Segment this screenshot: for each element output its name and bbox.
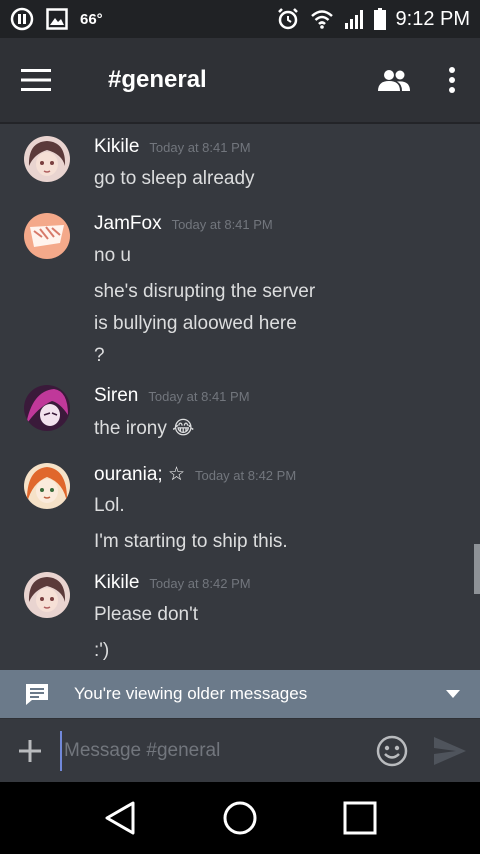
message-text: the irony 😂 <box>94 418 195 439</box>
back-button[interactable] <box>90 788 150 848</box>
message-text: ? <box>94 345 105 366</box>
avatar[interactable] <box>24 572 70 618</box>
timestamp: Today at 8:41 PM <box>148 389 250 404</box>
scrollbar-thumb[interactable] <box>474 544 480 594</box>
channel-header: #general <box>0 38 480 124</box>
menu-button[interactable] <box>0 37 72 123</box>
back-icon <box>105 801 135 835</box>
message-composer <box>0 718 480 782</box>
username[interactable]: Kikile <box>94 136 139 158</box>
avatar[interactable] <box>24 385 70 431</box>
username[interactable]: ourania; ☆ <box>94 463 185 486</box>
timestamp: Today at 8:41 PM <box>171 217 273 232</box>
message-text: go to sleep already <box>94 168 255 189</box>
battery-icon <box>373 8 386 30</box>
message-list[interactable]: Kikile Today at 8:41 PM go to sleep alre… <box>0 124 480 670</box>
more-options-button[interactable] <box>424 37 480 123</box>
older-messages-text: You're viewing older messages <box>74 684 308 703</box>
more-vert-icon <box>449 67 455 93</box>
message-text: is bullying aloowed here <box>94 313 297 334</box>
home-button[interactable] <box>210 788 270 848</box>
message-text: Please don't <box>94 604 198 625</box>
system-nav-bar <box>0 782 480 854</box>
avatar[interactable] <box>24 136 70 182</box>
alarm-icon <box>276 7 300 31</box>
username[interactable]: Siren <box>94 385 138 407</box>
message-text: :') <box>94 640 110 661</box>
emoji-icon <box>376 735 408 766</box>
send-button[interactable] <box>420 736 480 765</box>
caret-down-icon[interactable] <box>446 685 460 703</box>
plus-icon <box>19 739 41 762</box>
message-input[interactable] <box>60 730 364 771</box>
status-bar: 66° 9:12 PM <box>0 0 480 38</box>
username[interactable]: Kikile <box>94 572 139 594</box>
image-icon <box>46 8 68 30</box>
avatar[interactable] <box>24 213 70 259</box>
members-button[interactable] <box>364 37 424 123</box>
message-text: Lol. <box>94 495 125 516</box>
pause-icon <box>10 7 34 31</box>
recents-icon <box>343 801 377 835</box>
temperature-text: 66° <box>80 10 103 28</box>
older-messages-banner[interactable]: You're viewing older messages <box>0 670 480 718</box>
emoji-button[interactable] <box>364 735 420 767</box>
clock-text: 9:12 PM <box>395 7 470 30</box>
signal-icon <box>344 9 364 29</box>
recents-button[interactable] <box>330 788 390 848</box>
home-icon <box>223 801 257 835</box>
message-text: I'm starting to ship this. <box>94 531 288 552</box>
timestamp: Today at 8:41 PM <box>149 140 251 155</box>
menu-icon <box>21 69 51 91</box>
message-text: no u <box>94 245 131 266</box>
timestamp: Today at 8:42 PM <box>149 576 251 591</box>
members-icon <box>378 70 410 91</box>
message-text: she's disrupting the server <box>94 281 316 302</box>
timestamp: Today at 8:42 PM <box>194 468 297 483</box>
send-icon <box>434 736 466 765</box>
message-icon <box>0 682 74 706</box>
wifi-icon <box>310 9 334 29</box>
avatar[interactable] <box>24 463 70 509</box>
username[interactable]: JamFox <box>94 213 162 235</box>
channel-title: #general <box>108 66 207 93</box>
attach-button[interactable] <box>0 739 60 762</box>
